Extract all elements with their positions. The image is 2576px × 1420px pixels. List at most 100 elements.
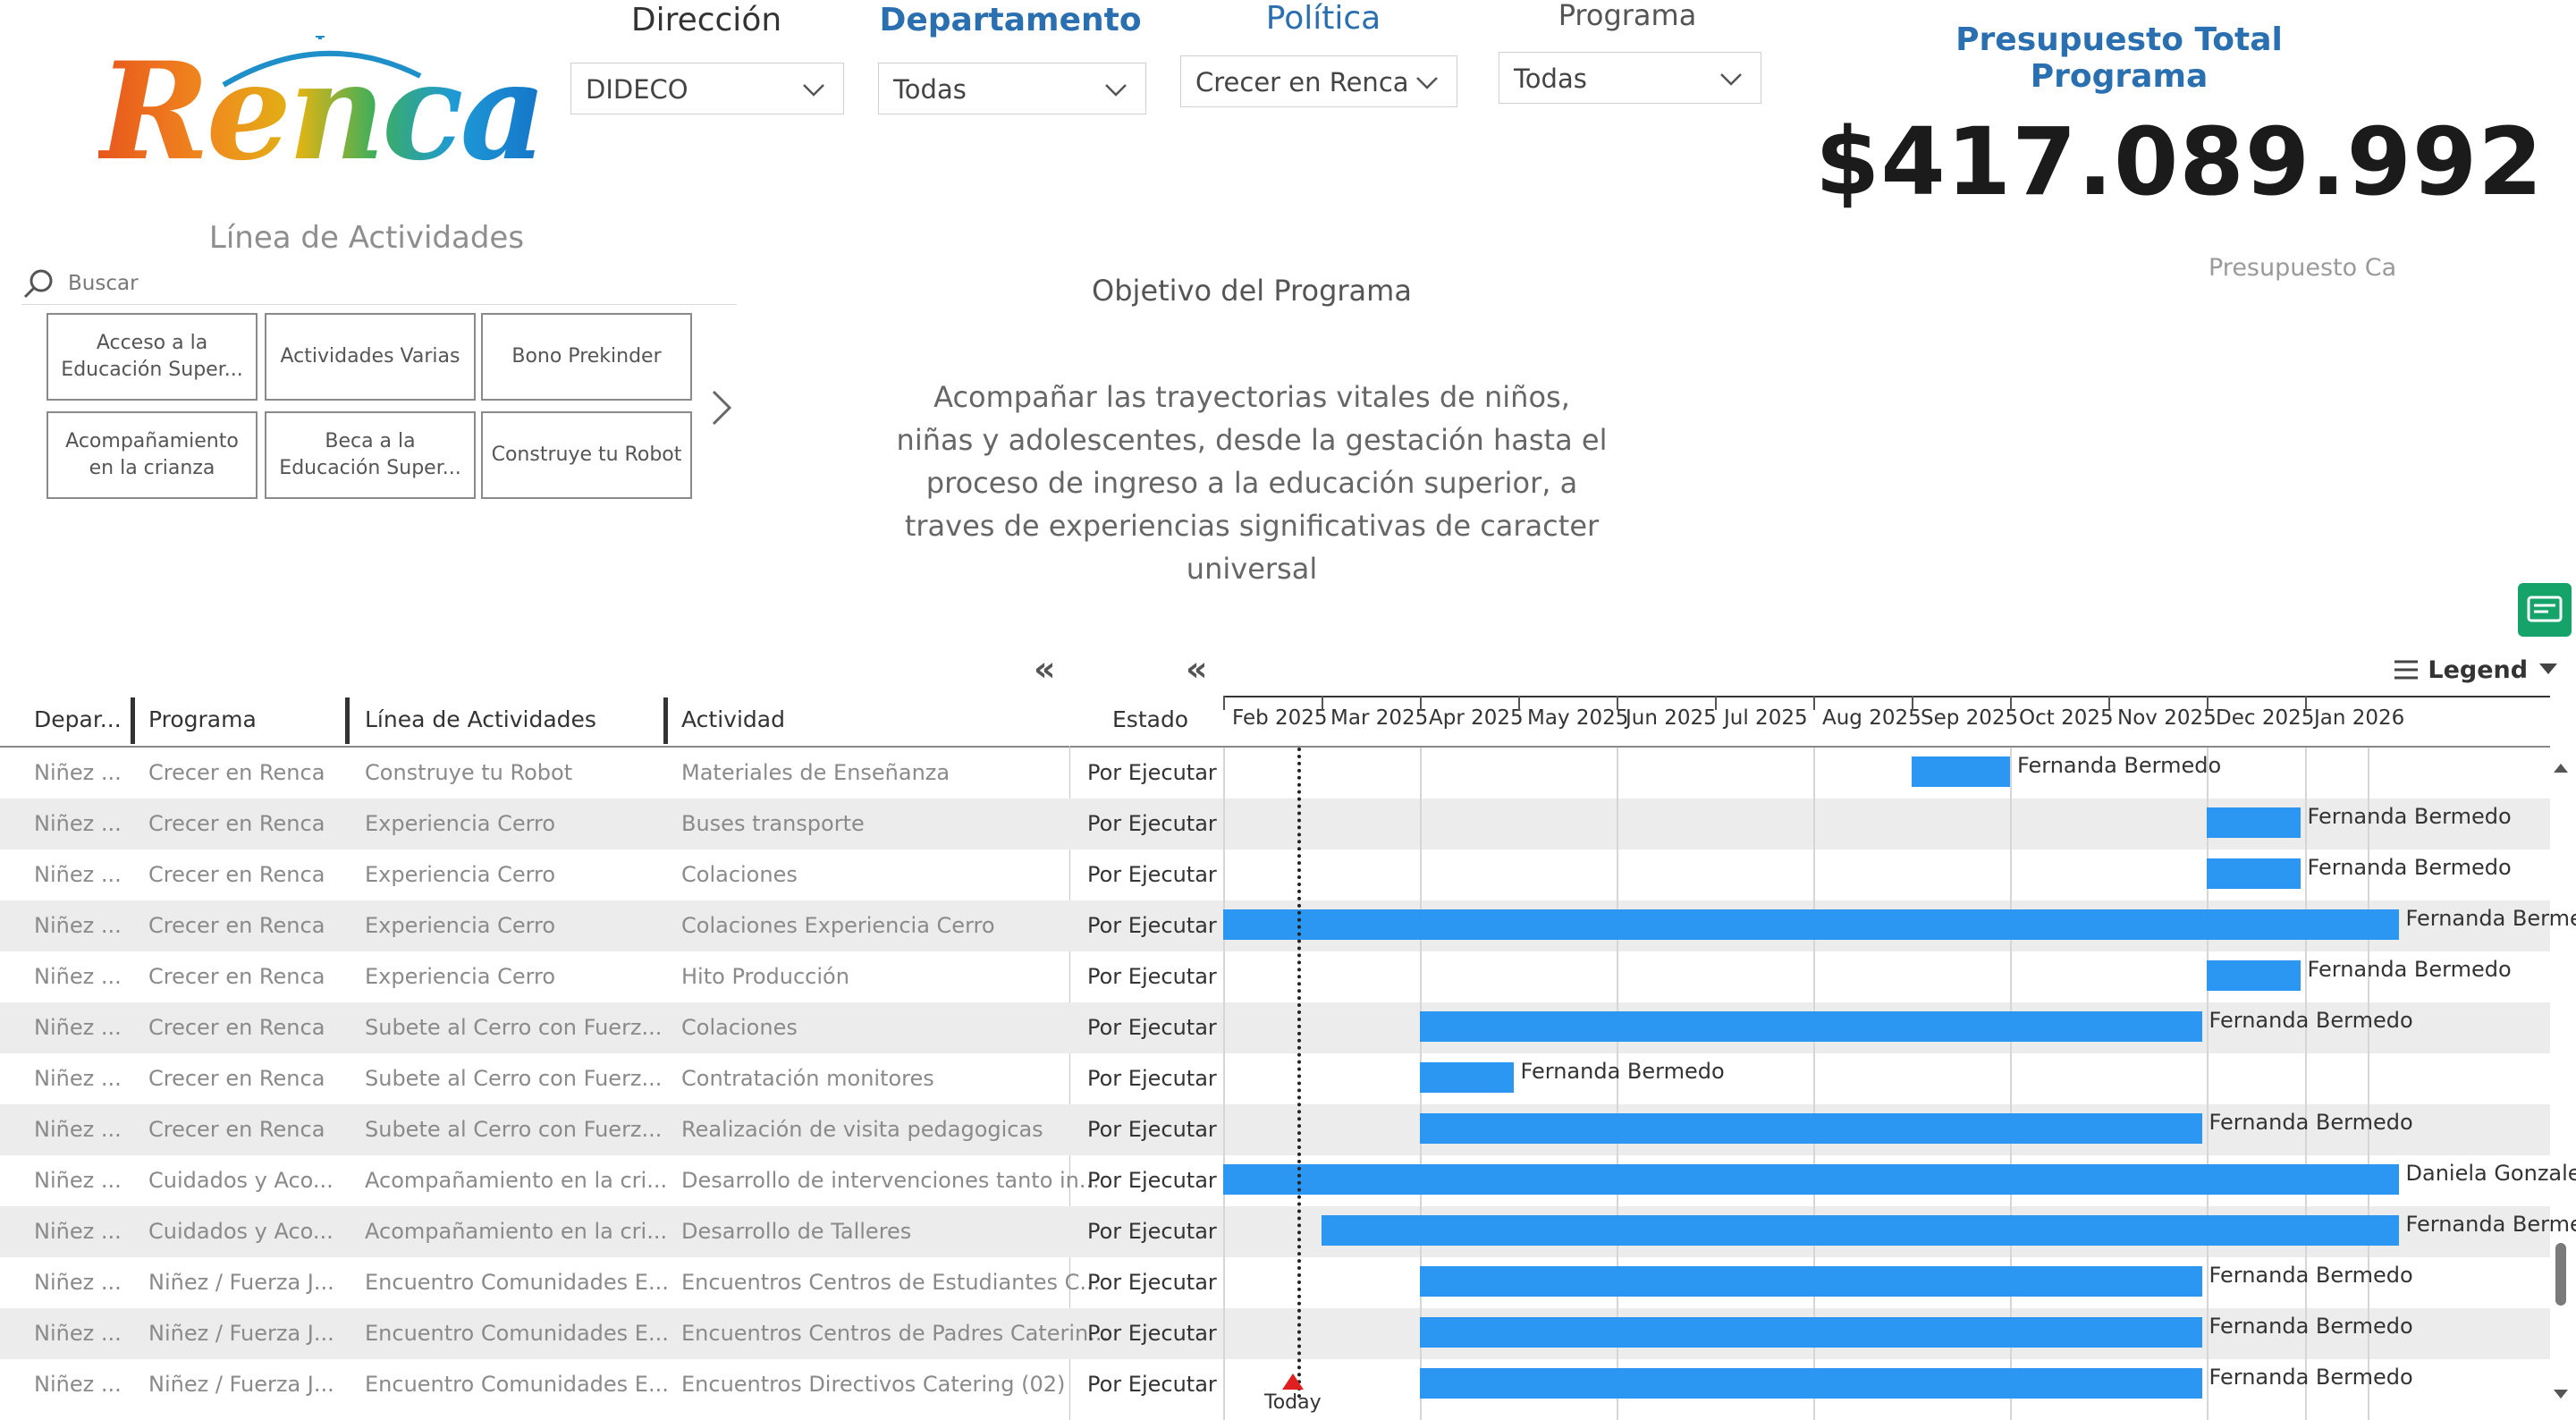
table-row[interactable]: Niñez ... Crecer en Renca Experiencia Cerr… [0, 799, 2550, 849]
column-separator[interactable] [131, 697, 135, 744]
linea-search-bar[interactable]: Buscar [21, 265, 737, 305]
budget-title: Presupuesto Total Programa [1955, 21, 2283, 95]
vertical-scrollbar[interactable] [2550, 760, 2572, 1404]
table-row[interactable]: Niñez ... Crecer en Renca Experiencia Cerr… [0, 849, 2550, 900]
cell-prog: Niñez / Fuerza J... [148, 1270, 334, 1295]
cell-linea: Acompañamiento en la cri... [365, 1168, 668, 1193]
chevron-right-icon[interactable] [706, 386, 739, 429]
gantt-bar[interactable] [1223, 909, 2399, 940]
cell-estado: Por Ejecutar [1087, 1321, 1217, 1346]
cell-prog: Crecer en Renca [148, 913, 325, 938]
linea-chip[interactable]: Acompañamiento en la crianza [46, 411, 258, 499]
cell-estado: Por Ejecutar [1087, 862, 1217, 887]
gantt-bar[interactable] [1223, 1164, 2399, 1195]
search-placeholder: Buscar [68, 272, 139, 295]
card-icon [2527, 596, 2563, 622]
header-actividad[interactable]: Actividad [681, 706, 785, 732]
today-arrow-icon [1282, 1374, 1304, 1390]
gantt-bar[interactable] [2207, 858, 2301, 889]
linea-chip[interactable]: Acceso a la Educación Super... [46, 313, 258, 401]
cell-prog: Crecer en Renca [148, 964, 325, 989]
gantt-bar-label: Fernanda Bermedo [2307, 957, 2512, 982]
cell-act: Colaciones [681, 1015, 798, 1040]
header-estado[interactable]: Estado [1112, 706, 1188, 732]
table-row[interactable]: Niñez ... Crecer en Renca Experiencia Cerr… [0, 951, 2550, 1002]
gantt-bar-label: Fernanda Bermedo [2209, 1263, 2413, 1288]
cell-estado: Por Ejecutar [1087, 1372, 1217, 1397]
cell-dep: Niñez ... [34, 862, 122, 887]
gantt-bar[interactable] [1420, 1113, 2202, 1144]
header-departamento[interactable]: Depar... [34, 706, 122, 732]
gantt-bar[interactable] [1420, 1368, 2202, 1399]
gantt-bar[interactable] [1912, 756, 2010, 787]
month-label: Jul 2025 [1724, 706, 1808, 730]
month-tick [1420, 696, 1422, 710]
gantt-bar-label: Fernanda Bermedo [2209, 1314, 2413, 1339]
chevron-down-icon [1720, 73, 1742, 86]
smart-narrative-icon[interactable] [2518, 583, 2572, 637]
cell-linea: Construye tu Robot [365, 760, 573, 785]
column-separator[interactable] [345, 697, 350, 744]
linea-chip[interactable]: Beca a la Educación Super... [265, 411, 476, 499]
cell-prog: Crecer en Renca [148, 862, 325, 887]
dropdown-departamento[interactable]: Todas [878, 63, 1146, 114]
cell-act: Encuentros Centros de Padres Caterin... [681, 1321, 1110, 1346]
collapse-estado-button[interactable]: « [1186, 649, 1208, 689]
chevron-down-icon [1105, 84, 1127, 97]
linea-chip[interactable]: Actividades Varias [265, 313, 476, 401]
linea-chip[interactable]: Construye tu Robot [481, 411, 692, 499]
month-tick [1518, 696, 1520, 710]
cell-dep: Niñez ... [34, 811, 122, 836]
cell-prog: Niñez / Fuerza J... [148, 1321, 334, 1346]
gantt-bar-label: Fernanda Bermedo [2017, 753, 2222, 778]
cell-act: Encuentros Centros de Estudiantes C... [681, 1270, 1101, 1295]
cell-linea: Experiencia Cerro [365, 964, 556, 989]
collapse-table-button[interactable]: « [1034, 649, 1056, 689]
cell-estado: Por Ejecutar [1087, 1117, 1217, 1142]
cell-estado: Por Ejecutar [1087, 913, 1217, 938]
logo-text: Renca [98, 33, 547, 190]
cell-act: Contratación monitores [681, 1066, 934, 1091]
gantt-bar[interactable] [1420, 1317, 2202, 1348]
month-tick [1617, 696, 1618, 710]
cell-linea: Experiencia Cerro [365, 862, 556, 887]
cell-dep: Niñez ... [34, 1015, 122, 1040]
cell-linea: Experiencia Cerro [365, 811, 556, 836]
cell-prog: Cuidados y Aco... [148, 1219, 334, 1244]
cell-estado: Por Ejecutar [1087, 760, 1217, 785]
cell-act: Buses transporte [681, 811, 865, 836]
cell-act: Colaciones Experiencia Cerro [681, 913, 995, 938]
dropdown-programa[interactable]: Todas [1499, 52, 1761, 104]
header-linea[interactable]: Línea de Actividades [365, 706, 596, 732]
slicer-title-direccion: Dirección [630, 2, 782, 38]
column-separator[interactable] [663, 697, 668, 744]
gantt-bar[interactable] [2207, 807, 2301, 838]
cell-act: Encuentros Directivos Catering (02) [681, 1372, 1066, 1397]
linea-chip[interactable]: Bono Prekinder [481, 313, 692, 401]
gantt-bar[interactable] [1420, 1011, 2202, 1042]
today-label: Today [1264, 1391, 1322, 1414]
hamburger-icon [2394, 660, 2418, 680]
dropdown-politica[interactable]: Crecer en Renca [1180, 55, 1457, 107]
month-label: Feb 2025 [1232, 706, 1328, 730]
gantt-gridline [1223, 748, 1225, 1420]
cell-dep: Niñez ... [34, 1117, 122, 1142]
table-row[interactable]: Niñez ... Crecer en Renca Subete al Cerro … [0, 1053, 2550, 1104]
cell-dep: Niñez ... [34, 1066, 122, 1091]
dropdown-direccion[interactable]: DIDECO [570, 63, 844, 114]
gantt-bar[interactable] [2207, 960, 2301, 991]
legend-label: Legend [2428, 656, 2529, 684]
dropdown-value: Crecer en Renca [1195, 67, 1409, 97]
gantt-bar[interactable] [1322, 1215, 2399, 1246]
slicer-title-departamento: Departamento [879, 2, 1142, 38]
gantt-bar[interactable] [1420, 1266, 2202, 1297]
cell-act: Hito Producción [681, 964, 849, 989]
cell-prog: Crecer en Renca [148, 1015, 325, 1040]
month-tick [1912, 696, 1913, 710]
slicer-title-programa: Programa [1558, 0, 1697, 32]
month-label: Apr 2025 [1429, 706, 1524, 730]
gantt-bar[interactable] [1420, 1062, 1514, 1093]
header-programa[interactable]: Programa [148, 706, 257, 732]
legend-toggle[interactable]: Legend [2393, 656, 2560, 684]
cell-prog: Crecer en Renca [148, 811, 325, 836]
